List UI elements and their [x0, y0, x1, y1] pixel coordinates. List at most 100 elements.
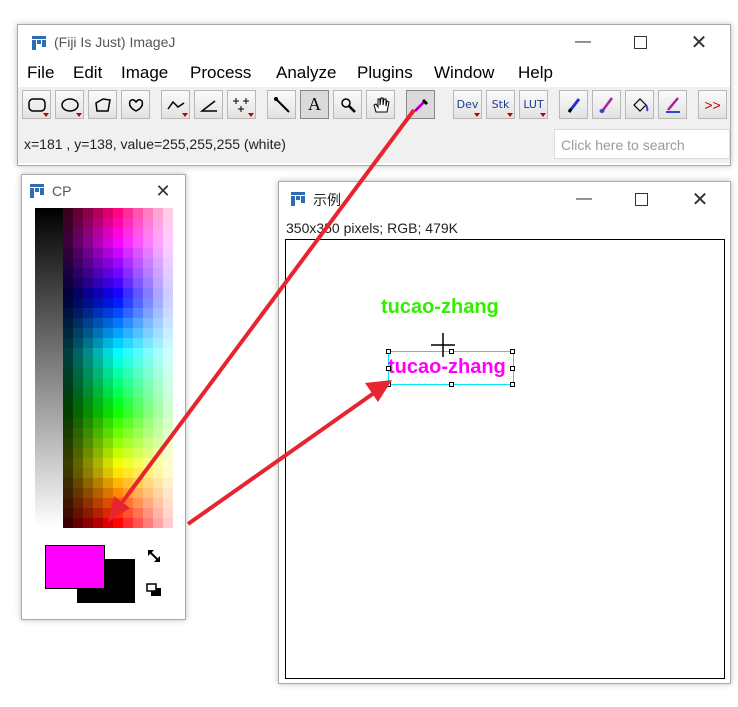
palette-cell[interactable]	[83, 458, 94, 469]
palette-cell[interactable]	[143, 518, 154, 528]
palette-cell[interactable]	[113, 248, 124, 259]
palette-cell[interactable]	[103, 218, 114, 229]
palette-cell[interactable]	[123, 408, 134, 419]
palette-cell[interactable]	[83, 268, 94, 279]
cp-titlebar[interactable]: CP ✕	[22, 175, 185, 207]
palette-cell[interactable]	[133, 348, 144, 359]
palette-cell[interactable]	[93, 318, 104, 329]
palette-cell[interactable]	[103, 378, 114, 389]
palette-cell[interactable]	[63, 218, 74, 229]
palette-cell[interactable]	[133, 488, 144, 499]
palette-cell[interactable]	[63, 258, 74, 269]
palette-cell[interactable]	[83, 378, 94, 389]
palette-cell[interactable]	[123, 338, 134, 349]
palette-cell[interactable]	[113, 368, 124, 379]
palette-cell[interactable]	[133, 428, 144, 439]
palette-cell[interactable]	[103, 508, 114, 519]
palette-cell[interactable]	[123, 248, 134, 259]
palette-cell[interactable]	[113, 428, 124, 439]
palette-cell[interactable]	[83, 258, 94, 269]
palette-cell[interactable]	[163, 488, 173, 499]
palette-cell[interactable]	[83, 518, 94, 528]
palette-cell[interactable]	[93, 378, 104, 389]
palette-cell[interactable]	[103, 398, 114, 409]
image-close-button[interactable]: ✕	[677, 182, 723, 216]
palette-cell[interactable]	[113, 318, 124, 329]
image-maximize-button[interactable]	[618, 182, 664, 216]
palette-cell[interactable]	[83, 328, 94, 339]
palette-cell[interactable]	[123, 448, 134, 459]
menu-analyze[interactable]: Analyze	[276, 63, 336, 83]
palette-cell[interactable]	[73, 248, 84, 259]
palette-cell[interactable]	[103, 408, 114, 419]
palette-cell[interactable]	[123, 328, 134, 339]
palette-cell[interactable]	[63, 248, 74, 259]
palette-cell[interactable]	[123, 498, 134, 509]
palette-cell[interactable]	[133, 218, 144, 229]
palette-cell[interactable]	[143, 358, 154, 369]
palette-cell[interactable]	[93, 408, 104, 419]
palette-cell[interactable]	[153, 298, 164, 309]
palette-cell[interactable]	[123, 368, 134, 379]
palette-cell[interactable]	[93, 468, 104, 479]
palette-cell[interactable]	[163, 428, 173, 439]
palette-cell[interactable]	[73, 308, 84, 319]
palette-cell[interactable]	[113, 418, 124, 429]
palette-cell[interactable]	[103, 388, 114, 399]
palette-cell[interactable]	[133, 358, 144, 369]
reset-colors-icon[interactable]	[146, 583, 162, 602]
palette-cell[interactable]	[143, 308, 154, 319]
palette-cell[interactable]	[163, 308, 173, 319]
palette-cell[interactable]	[113, 488, 124, 499]
palette-cell[interactable]	[63, 268, 74, 279]
palette-cell[interactable]	[63, 468, 74, 479]
palette-cell[interactable]	[63, 288, 74, 299]
palette-cell[interactable]	[143, 328, 154, 339]
palette-cell[interactable]	[153, 438, 164, 449]
palette-cell[interactable]	[113, 328, 124, 339]
palette-cell[interactable]	[153, 428, 164, 439]
palette-cell[interactable]	[123, 418, 134, 429]
palette-cell[interactable]	[93, 448, 104, 459]
palette-cell[interactable]	[163, 518, 173, 528]
palette-cell[interactable]	[153, 448, 164, 459]
palette-cell[interactable]	[73, 368, 84, 379]
palette-cell[interactable]	[113, 468, 124, 479]
selection-handle[interactable]	[386, 349, 391, 354]
swap-colors-icon[interactable]	[147, 549, 161, 568]
palette-cell[interactable]	[83, 438, 94, 449]
selection-handle[interactable]	[510, 366, 515, 371]
palette-cell[interactable]	[153, 228, 164, 239]
palette-cell[interactable]	[113, 308, 124, 319]
palette-cell[interactable]	[143, 478, 154, 489]
palette-cell[interactable]	[103, 328, 114, 339]
palette-cell[interactable]	[153, 258, 164, 269]
palette-cell[interactable]	[153, 218, 164, 229]
palette-cell[interactable]	[163, 238, 173, 249]
palette-cell[interactable]	[93, 308, 104, 319]
palette-cell[interactable]	[123, 438, 134, 449]
palette-cell[interactable]	[93, 458, 104, 469]
palette-cell[interactable]	[103, 288, 114, 299]
palette-cell[interactable]	[133, 318, 144, 329]
palette-cell[interactable]	[133, 228, 144, 239]
palette-cell[interactable]	[123, 258, 134, 269]
wand-tool[interactable]	[267, 90, 296, 119]
palette-cell[interactable]	[163, 228, 173, 239]
palette-cell[interactable]	[113, 438, 124, 449]
menu-plugins[interactable]: Plugins	[357, 63, 413, 83]
line-tool[interactable]	[161, 90, 190, 119]
palette-cell[interactable]	[163, 458, 173, 469]
palette-cell[interactable]	[123, 488, 134, 499]
flood-fill-tool[interactable]	[625, 90, 654, 119]
palette-cell[interactable]	[63, 518, 74, 528]
palette-cell[interactable]	[103, 308, 114, 319]
palette-cell[interactable]	[113, 278, 124, 289]
palette-cell[interactable]	[73, 478, 84, 489]
selection-handle[interactable]	[386, 382, 391, 387]
palette-cell[interactable]	[113, 518, 124, 528]
palette-cell[interactable]	[153, 248, 164, 259]
palette-cell[interactable]	[163, 268, 173, 279]
palette-cell[interactable]	[103, 468, 114, 479]
palette-cell[interactable]	[73, 508, 84, 519]
